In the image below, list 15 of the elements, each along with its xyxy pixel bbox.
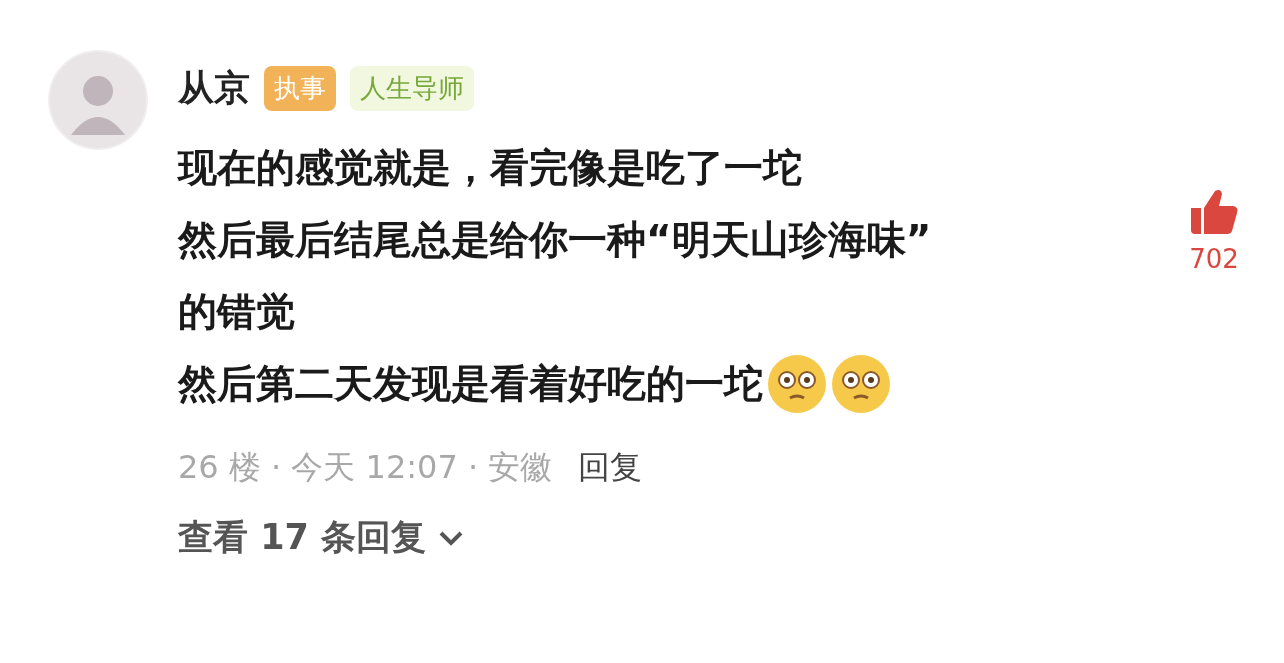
- comment-meta: 26 楼 · 今天 12:07 · 安徽: [178, 447, 553, 488]
- comment-text: 然后第二天发现是看着好吃的一坨: [178, 360, 763, 408]
- like-count: 702: [1189, 244, 1239, 274]
- comment-text: 现在的感觉就是，看完像是吃了一坨: [178, 144, 802, 192]
- username[interactable]: 从京: [178, 63, 250, 113]
- user-badge: 人生导师: [350, 65, 474, 111]
- flushed-face-icon: [767, 354, 827, 414]
- comment-text: 的错觉: [178, 288, 295, 336]
- comment-text: 然后最后结尾总是给你一种“明天山珍海味”: [178, 216, 932, 264]
- view-replies-button[interactable]: 查看 17 条回复: [178, 514, 465, 561]
- user-badge: 执事: [264, 65, 336, 111]
- chevron-down-icon: [438, 529, 465, 546]
- thumbs-up-icon[interactable]: [1189, 188, 1239, 236]
- flushed-face-icon: [831, 354, 891, 414]
- reply-link[interactable]: 回复: [578, 446, 643, 490]
